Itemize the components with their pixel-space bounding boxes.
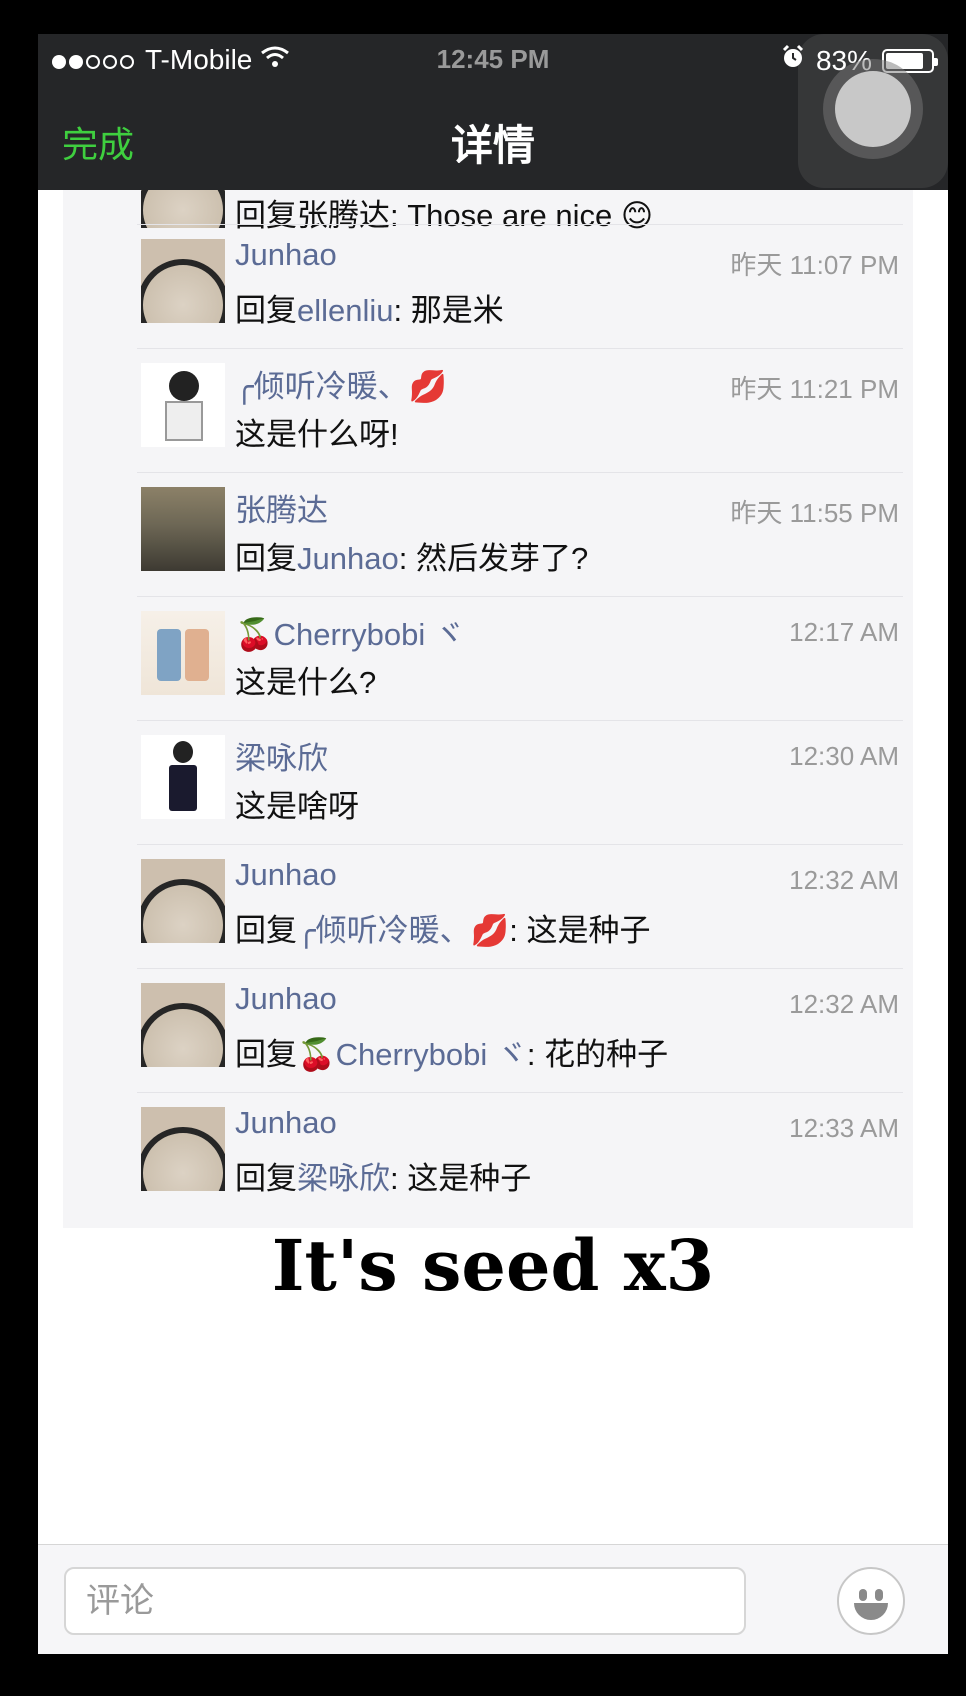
commenter-name[interactable]: Junhao [235, 857, 337, 893]
smiley-face-icon[interactable] [837, 1567, 905, 1635]
comment-message: 这是什么呀! [235, 417, 399, 452]
reply-prefix: 回复 [235, 1037, 297, 1072]
commenter-name[interactable]: 张腾达 [235, 485, 328, 530]
comment-text: 回复╭倾听冷暖、💋: 这是种子 [235, 905, 651, 950]
comment-row[interactable]: 梁咏欣 12:30 AM 这是啥呀 [137, 720, 903, 844]
avatar[interactable] [141, 611, 225, 695]
commenter-name[interactable]: ╭倾听冷暖、💋 [235, 361, 447, 406]
commenter-name[interactable]: Junhao [235, 1105, 337, 1141]
comment-text: 回复ellenliu: 那是米 [235, 285, 504, 330]
reply-target[interactable]: ╭倾听冷暖、💋 [297, 913, 509, 948]
avatar[interactable] [141, 859, 225, 943]
reply-target[interactable]: 🍒Cherrybobi ヾ [297, 1037, 527, 1072]
avatar[interactable] [141, 735, 225, 819]
comment-time: 12:32 AM [789, 989, 899, 1019]
comment-text: 回复梁咏欣: 这是种子 [235, 1153, 531, 1198]
reply-target[interactable]: Junhao [297, 541, 399, 576]
comment-time: 12:30 AM [789, 741, 899, 771]
comment-row[interactable]: Junhao 12:32 AM 回复╭倾听冷暖、💋: 这是种子 [137, 844, 903, 968]
comment-message: : 那是米 [393, 293, 504, 328]
reply-prefix: 回复 [235, 541, 297, 576]
avatar[interactable] [141, 1107, 225, 1191]
phone-screen: T-Mobile 12:45 PM 83% 完成 详情 回复张腾达: Those… [38, 34, 948, 1654]
comment-bar [38, 1544, 948, 1654]
comment-message: : 花的种子 [526, 1037, 669, 1072]
comment-time: 昨天 11:07 PM [730, 250, 899, 280]
comment-message: : 然后发芽了? [398, 541, 589, 576]
comment-row[interactable]: Junhao 12:33 AM 回复梁咏欣: 这是种子 [137, 1092, 903, 1216]
avatar[interactable] [141, 983, 225, 1067]
comment-text: 这是什么呀! [235, 409, 399, 454]
comment-list: 回复张腾达: Those are nice 😊 Junhao 昨天 11:07 … [63, 190, 913, 1228]
commenter-name[interactable]: Junhao [235, 981, 337, 1017]
avatar[interactable] [141, 239, 225, 323]
comment-row[interactable]: Junhao 12:32 AM 回复🍒Cherrybobi ヾ: 花的种子 [137, 968, 903, 1092]
avatar[interactable] [141, 190, 225, 228]
reply-target[interactable]: ellenliu [297, 293, 394, 328]
reply-target[interactable]: 梁咏欣 [297, 1161, 390, 1196]
commenter-name[interactable]: Junhao [235, 237, 337, 273]
comment-time: 12:33 AM [789, 1113, 899, 1143]
comment-row[interactable]: 张腾达 昨天 11:55 PM 回复Junhao: 然后发芽了? [137, 472, 903, 596]
reply-prefix: 回复 [235, 293, 297, 328]
assistive-touch-icon[interactable] [798, 34, 948, 188]
comment-message: : 这是种子 [390, 1161, 532, 1196]
comment-text: 回复Junhao: 然后发芽了? [235, 533, 588, 578]
comment-time: 12:17 AM [789, 617, 899, 647]
comment-row[interactable]: ╭倾听冷暖、💋 昨天 11:21 PM 这是什么呀! [137, 348, 903, 472]
comment-text: 这是啥呀 [235, 781, 359, 826]
avatar[interactable] [141, 487, 225, 571]
comment-text: 这是什么? [235, 657, 376, 702]
reply-prefix: 回复 [235, 1161, 297, 1196]
comment-message: : 这是种子 [509, 913, 651, 948]
video-caption: It's seed x3 [271, 1224, 715, 1307]
comment-row[interactable]: Junhao 昨天 11:07 PM 回复ellenliu: 那是米 [137, 224, 903, 348]
commenter-name[interactable]: 🍒Cherrybobi ヾ [235, 609, 465, 654]
reply-prefix: 回复 [235, 913, 297, 948]
comment-message: 这是啥呀 [235, 789, 359, 824]
avatar[interactable] [141, 363, 225, 447]
comment-input[interactable] [64, 1567, 746, 1635]
comment-time: 昨天 11:55 PM [730, 498, 899, 528]
commenter-name[interactable]: 梁咏欣 [235, 733, 328, 778]
comment-time: 12:32 AM [789, 865, 899, 895]
comment-time: 昨天 11:21 PM [730, 374, 899, 404]
comment-message: 这是什么? [235, 665, 377, 700]
comment-row[interactable]: 🍒Cherrybobi ヾ 12:17 AM 这是什么? [137, 596, 903, 720]
comment-text: 回复🍒Cherrybobi ヾ: 花的种子 [235, 1029, 668, 1074]
